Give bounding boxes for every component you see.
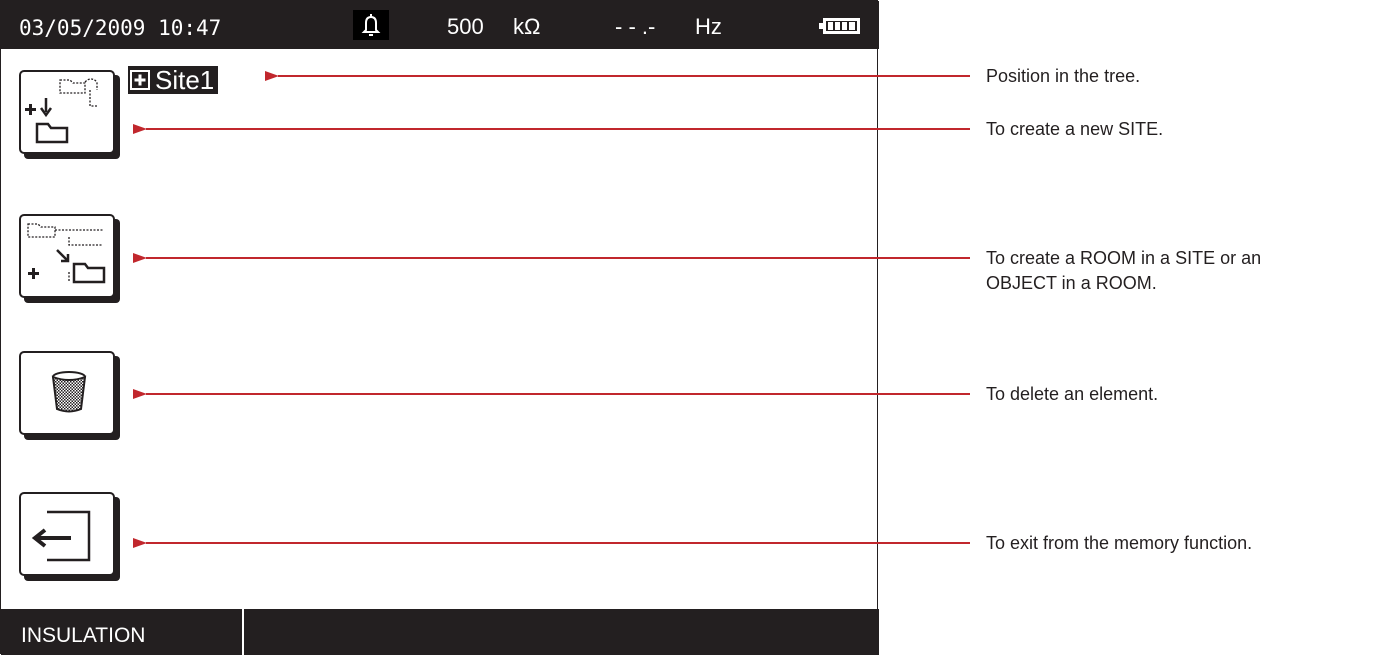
note-create-site: To create a new SITE. bbox=[986, 119, 1164, 139]
note-delete-element: To delete an element. bbox=[986, 384, 1159, 404]
note-tree-position: Position in the tree. bbox=[986, 66, 1141, 86]
note-exit-memory: To exit from the memory function. bbox=[986, 533, 1253, 553]
note-create-room-line2: OBJECT in a ROOM. bbox=[986, 273, 1157, 293]
note-create-room-line1: To create a ROOM in a SITE or an bbox=[986, 248, 1262, 268]
